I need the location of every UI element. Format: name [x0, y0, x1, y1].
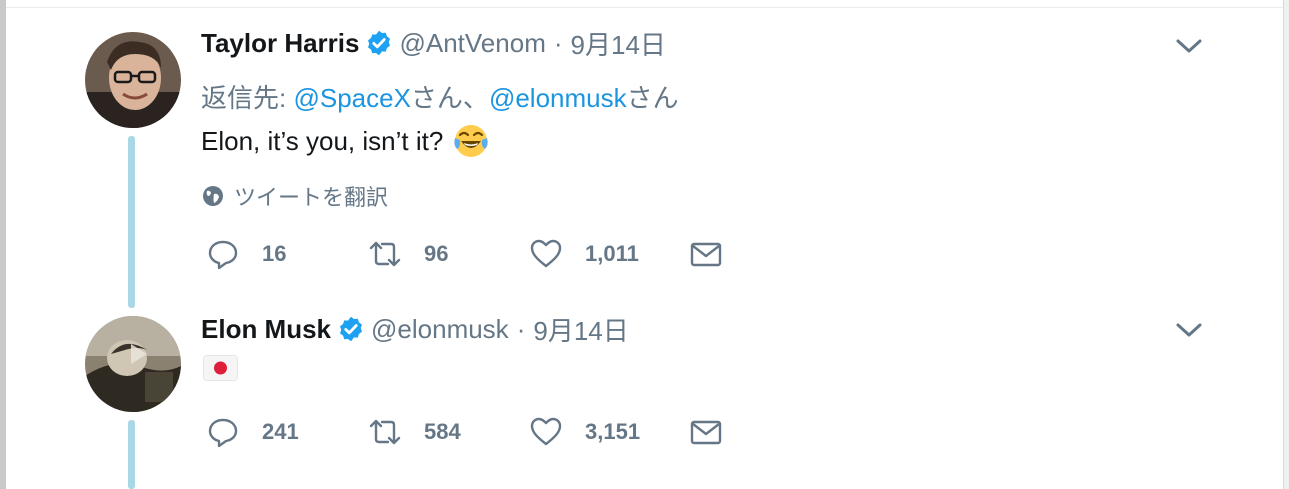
avatar[interactable]	[85, 32, 181, 128]
reply-suffix: さん	[626, 83, 679, 113]
envelope-icon	[690, 420, 722, 445]
like-button[interactable]: 1,011	[529, 236, 639, 272]
reply-icon	[208, 418, 238, 448]
separator-dot: ·	[553, 27, 563, 58]
tweet-date[interactable]: 9月14日	[571, 25, 666, 62]
globe-icon	[203, 186, 223, 206]
avatar[interactable]	[85, 316, 181, 412]
retweet-icon	[369, 241, 401, 267]
retweet-button[interactable]: 96	[368, 236, 448, 272]
mention-link-spacex[interactable]: @SpaceX	[293, 83, 410, 113]
tweet-date[interactable]: 9月14日	[533, 311, 628, 348]
like-button[interactable]: 3,151	[529, 414, 640, 450]
translate-tweet-link[interactable]: ツイートを翻訳	[202, 180, 388, 212]
reply-prefix: 返信先:	[201, 83, 294, 113]
japan-flag-icon	[203, 355, 238, 381]
heart-icon	[530, 417, 562, 446]
display-name[interactable]: Elon Musk	[201, 314, 331, 345]
reply-button[interactable]: 241	[206, 414, 299, 450]
translate-label: ツイートを翻訳	[234, 185, 389, 210]
verified-badge-icon	[368, 30, 391, 56]
reply-count: 241	[262, 419, 299, 444]
reply-suffix: さん、	[410, 83, 489, 113]
reply-icon	[208, 240, 238, 270]
tweet-header: Elon Musk @elonmusk · 9月14日	[201, 312, 629, 346]
retweet-icon	[369, 419, 401, 445]
reply-context: 返信先: @SpaceXさん、@elonmuskさん	[201, 78, 679, 115]
tweet-elon-musk[interactable]: Elon Musk @elonmusk · 9月14日 241 584 3,15…	[6, 308, 1283, 489]
envelope-icon	[690, 242, 722, 267]
reply-count: 16	[262, 241, 287, 266]
verified-badge-icon	[340, 316, 362, 342]
scrollbar-track[interactable]	[1283, 0, 1289, 489]
retweet-count: 584	[424, 419, 461, 444]
direct-message-button[interactable]	[689, 236, 723, 272]
thread-line	[128, 420, 135, 489]
tweet-text: Elon, it’s you, isn’t it?	[201, 123, 489, 159]
retweet-button[interactable]: 584	[368, 414, 461, 450]
thread-line	[128, 136, 135, 308]
tweet-header: Taylor Harris @AntVenom · 9月14日	[201, 26, 666, 60]
heart-icon	[530, 239, 562, 268]
face-with-tears-of-joy-icon	[454, 125, 488, 157]
mention-link-elonmusk[interactable]: @elonmusk	[489, 83, 627, 113]
chevron-down-icon[interactable]	[1174, 320, 1204, 340]
user-handle[interactable]: @elonmusk	[371, 314, 509, 345]
like-count: 1,011	[585, 241, 639, 266]
separator-dot: ·	[516, 313, 526, 344]
display-name[interactable]: Taylor Harris	[201, 28, 359, 59]
like-count: 3,151	[585, 419, 641, 444]
tweet-taylor-harris[interactable]: Taylor Harris @AntVenom · 9月14日 返信先: @Sp…	[6, 8, 1283, 308]
direct-message-button[interactable]	[689, 414, 723, 450]
tweet-body: Elon, it’s you, isn’t it?	[201, 125, 444, 156]
chevron-down-icon[interactable]	[1174, 36, 1204, 56]
user-handle[interactable]: @AntVenom	[399, 28, 545, 59]
reply-button[interactable]: 16	[206, 236, 286, 272]
retweet-count: 96	[424, 241, 449, 266]
